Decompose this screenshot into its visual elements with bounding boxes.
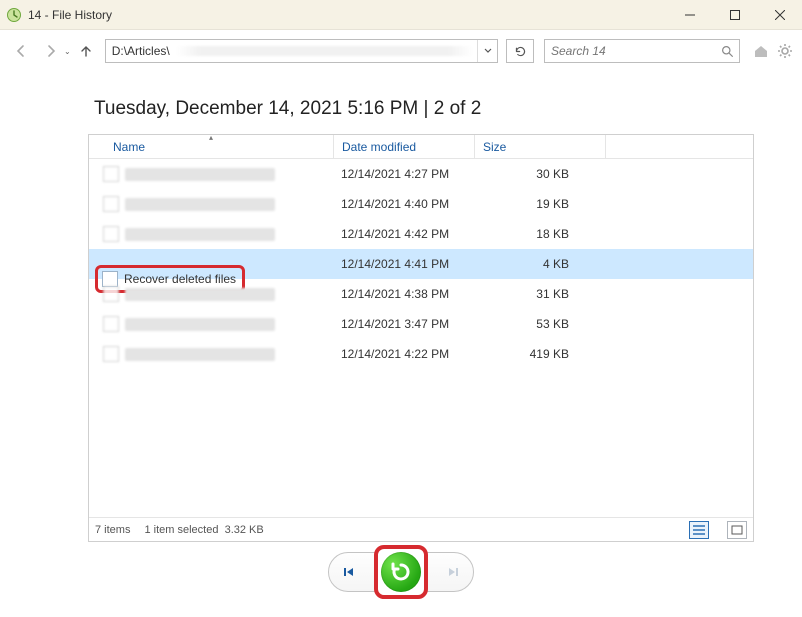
file-size: 4 KB: [473, 257, 603, 271]
table-row[interactable]: 12/14/2021 4:27 PM30 KB: [89, 159, 753, 189]
file-icon: [103, 196, 119, 212]
window-title: 14 - File History: [28, 8, 112, 22]
version-heading: Tuesday, December 14, 2021 5:16 PM | 2 o…: [94, 98, 754, 120]
file-name: [125, 168, 275, 181]
content-area: Tuesday, December 14, 2021 5:16 PM | 2 o…: [0, 72, 802, 542]
recent-caret-icon[interactable]: ⌄: [64, 47, 71, 56]
next-version-button[interactable]: [447, 565, 461, 579]
title-bar: 14 - File History: [0, 0, 802, 30]
status-count: 7 items: [95, 524, 130, 536]
gear-icon[interactable]: [776, 42, 794, 60]
column-size[interactable]: Size: [475, 140, 605, 154]
address-dropdown-icon[interactable]: [477, 40, 497, 62]
table-row[interactable]: 12/14/2021 4:42 PM18 KB: [89, 219, 753, 249]
table-row[interactable]: 12/14/2021 4:38 PM31 KB: [89, 279, 753, 309]
status-selected: 1 item selected: [144, 524, 218, 536]
maximize-button[interactable]: [712, 0, 757, 30]
column-separator[interactable]: [605, 135, 606, 158]
file-name: [125, 198, 275, 211]
file-date: 12/14/2021 3:47 PM: [333, 317, 473, 331]
address-redaction: [176, 46, 473, 56]
file-icon: [103, 346, 119, 362]
status-bar: 7 items 1 item selected 3.32 KB: [89, 517, 753, 541]
file-icon: [103, 286, 119, 302]
file-date: 12/14/2021 4:38 PM: [333, 287, 473, 301]
table-row[interactable]: 12/14/2021 4:22 PM419 KB: [89, 339, 753, 369]
table-row[interactable]: 12/14/2021 4:40 PM19 KB: [89, 189, 753, 219]
file-size: 18 KB: [473, 227, 603, 241]
search-icon[interactable]: [715, 45, 739, 58]
app-icon: [6, 7, 22, 23]
nav-pill: [328, 552, 474, 592]
file-name: [125, 228, 275, 241]
file-list[interactable]: 12/14/2021 4:27 PM30 KB12/14/2021 4:40 P…: [89, 159, 753, 517]
sort-asc-icon: ▴: [209, 133, 213, 142]
file-icon: [103, 316, 119, 332]
table-row[interactable]: 12/14/2021 3:47 PM53 KB: [89, 309, 753, 339]
view-large-button[interactable]: [727, 521, 747, 539]
restore-button[interactable]: [381, 552, 421, 592]
file-date: 12/14/2021 4:42 PM: [333, 227, 473, 241]
refresh-button[interactable]: [506, 39, 534, 63]
table-row[interactable]: Recover deleted files12/14/2021 4:41 PM4…: [89, 249, 753, 279]
action-row: [0, 552, 802, 592]
file-date: 12/14/2021 4:41 PM: [333, 257, 473, 271]
restore-annotation: [374, 545, 428, 599]
file-size: 19 KB: [473, 197, 603, 211]
address-path: D:\Articles\: [112, 44, 170, 58]
column-date[interactable]: Date modified: [334, 140, 474, 154]
file-name: [125, 348, 275, 361]
file-name: [125, 318, 275, 331]
file-name: [125, 288, 275, 301]
address-bar[interactable]: D:\Articles\: [105, 39, 498, 63]
search-box[interactable]: [544, 39, 740, 63]
forward-button[interactable]: [38, 38, 64, 64]
file-date: 12/14/2021 4:22 PM: [333, 347, 473, 361]
file-size: 31 KB: [473, 287, 603, 301]
column-name[interactable]: ▴ Name: [89, 140, 333, 154]
up-button[interactable]: [73, 38, 99, 64]
search-input[interactable]: [545, 44, 715, 58]
nav-row: ⌄ D:\Articles\: [0, 30, 802, 72]
view-details-button[interactable]: [689, 521, 709, 539]
previous-version-button[interactable]: [341, 565, 355, 579]
file-icon: [103, 166, 119, 182]
file-icon: [103, 226, 119, 242]
column-headers: ▴ Name Date modified Size: [89, 135, 753, 159]
file-date: 12/14/2021 4:27 PM: [333, 167, 473, 181]
back-button[interactable]: [8, 38, 34, 64]
file-panel: ▴ Name Date modified Size 12/14/2021 4:2…: [88, 134, 754, 542]
file-date: 12/14/2021 4:40 PM: [333, 197, 473, 211]
file-size: 30 KB: [473, 167, 603, 181]
close-button[interactable]: [757, 0, 802, 30]
minimize-button[interactable]: [667, 0, 712, 30]
status-size: 3.32 KB: [225, 524, 264, 536]
file-size: 53 KB: [473, 317, 603, 331]
home-icon[interactable]: [752, 42, 770, 60]
file-size: 419 KB: [473, 347, 603, 361]
